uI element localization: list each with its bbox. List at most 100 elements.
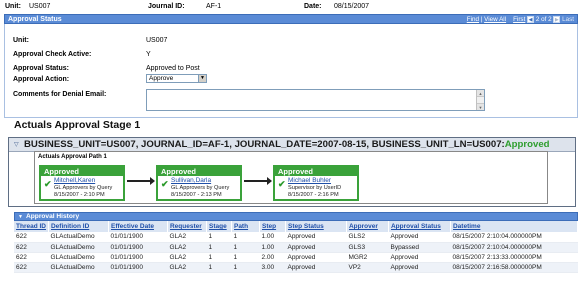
date-label: Date: — [304, 3, 322, 10]
panel-unit-value: US007 — [146, 37, 168, 44]
approval-action-select[interactable]: Approve ▼ — [146, 74, 207, 83]
column-header[interactable]: Stage — [206, 221, 232, 232]
table-cell: Approved — [388, 262, 451, 273]
approval-status-title: Approval Status — [8, 16, 62, 23]
approval-history-table: Thread ID Definition ID Effective Date R… — [14, 221, 579, 273]
last-link[interactable]: Last — [562, 16, 574, 23]
table-cell: MGR2 — [346, 252, 389, 263]
table-cell: GLA2 — [167, 232, 207, 243]
column-header[interactable]: Datetime — [450, 221, 579, 232]
approval-action-selected: Approve — [149, 75, 174, 82]
approval-check-active-label: Approval Check Active: — [13, 51, 92, 58]
table-cell: 1 — [206, 242, 232, 253]
column-header[interactable]: Definition ID — [48, 221, 109, 232]
table-cell: 1 — [206, 262, 232, 273]
journal-id-value: AF-1 — [206, 3, 222, 10]
table-cell: GLS3 — [346, 242, 389, 253]
approval-step-card: Approved ✔ Sullivan,Darla GL Approvers b… — [156, 165, 242, 201]
dropdown-arrow-icon[interactable]: ▼ — [198, 75, 206, 82]
table-cell: 01/01/1900 — [108, 252, 168, 263]
table-row: 622 GLActualDemo 01/01/1900 GLA2 1 1 1.0… — [14, 242, 578, 253]
check-icon: ✔ — [161, 179, 169, 189]
column-header[interactable]: Approver — [346, 221, 389, 232]
step-status: Approved — [158, 167, 240, 176]
first-link[interactable]: First — [513, 16, 525, 23]
table-row: 622 GLActualDemo 01/01/1900 GLA2 1 1 3.0… — [14, 262, 578, 273]
approval-status-value: Approved to Post — [146, 65, 200, 72]
previous-arrow-icon[interactable]: ◀ — [527, 15, 535, 23]
nav-separator: | — [480, 16, 483, 23]
approval-datetime: 8/15/2007 - 2:10 PM — [54, 192, 105, 198]
stage-key-text: BUSINESS_UNIT=US007, JOURNAL_ID=AF-1, JO… — [24, 139, 505, 150]
stage-header: ▽ BUSINESS_UNIT=US007, JOURNAL_ID=AF-1, … — [9, 138, 575, 152]
column-header[interactable]: Effective Date — [108, 221, 168, 232]
table-cell: 1.00 — [259, 242, 286, 253]
table-cell: 3.00 — [259, 262, 286, 273]
table-cell: GLA2 — [167, 262, 207, 273]
table-cell: Bypassed — [388, 242, 451, 253]
table-cell: Approved — [388, 252, 451, 263]
table-cell: 2.00 — [259, 252, 286, 263]
approval-action-label: Approval Action: — [13, 76, 70, 83]
find-link[interactable]: Find — [467, 16, 479, 23]
table-cell: GLActualDemo — [48, 252, 109, 263]
flow-arrow-icon — [127, 177, 155, 185]
scroll-down-icon[interactable]: ▼ — [477, 103, 484, 110]
next-arrow-icon[interactable]: ▶ — [553, 15, 561, 23]
journal-id-label: Journal ID: — [148, 3, 185, 10]
approval-history-title: Approval History — [26, 213, 80, 220]
table-cell: Approved — [388, 232, 451, 243]
unit-value: US007 — [29, 3, 51, 10]
column-header[interactable]: Step — [259, 221, 286, 232]
column-header[interactable]: Approval Status — [388, 221, 451, 232]
column-header[interactable]: Thread ID — [14, 221, 49, 232]
approval-path-title: Actuals Approval Path 1 — [38, 154, 107, 160]
table-cell: Approved — [285, 252, 347, 263]
table-cell: GLActualDemo — [48, 262, 109, 273]
collapse-toggle-icon[interactable]: ▽ — [14, 141, 19, 148]
panel-unit-label: Unit: — [13, 37, 29, 44]
table-cell: 622 — [14, 252, 49, 263]
comments-textarea[interactable]: ▲ ▼ — [146, 89, 485, 111]
table-cell: GLActualDemo — [48, 242, 109, 253]
record-navigation: Find | View All First ◀ 2 of 2 ▶ Last — [467, 15, 574, 24]
table-cell: 622 — [14, 242, 49, 253]
table-cell: 08/15/2007 2:10:04.000000PM — [450, 242, 578, 253]
approver-link[interactable]: Mitchell,Karen — [54, 177, 95, 184]
table-cell: VP2 — [346, 262, 389, 273]
scroll-up-icon[interactable]: ▲ — [477, 90, 484, 97]
view-all-link[interactable]: View All — [484, 16, 506, 23]
table-cell: 1.00 — [259, 232, 286, 243]
table-row: 622 GLActualDemo 01/01/1900 GLA2 1 1 1.0… — [14, 232, 578, 243]
approver-link[interactable]: Michael Buhler — [288, 177, 331, 184]
table-cell: 1 — [206, 232, 232, 243]
table-cell: GLA2 — [167, 252, 207, 263]
table-cell: GLA2 — [167, 242, 207, 253]
date-value: 08/15/2007 — [334, 3, 370, 10]
approval-check-active-value: Y — [146, 51, 151, 58]
stage-status: Approved — [504, 139, 550, 150]
collapse-toggle-icon[interactable]: ▼ — [18, 214, 23, 220]
approval-history-header: ▼ Approval History — [14, 212, 578, 221]
record-count: 2 of 2 — [535, 16, 552, 23]
approval-datetime: 8/15/2007 - 2:16 PM — [288, 192, 339, 198]
flow-arrow-icon — [244, 177, 272, 185]
column-header[interactable]: Path — [231, 221, 260, 232]
stage-title: Actuals Approval Stage 1 — [14, 119, 141, 131]
table-cell: 1 — [231, 262, 260, 273]
step-status: Approved — [41, 167, 123, 176]
table-cell: 1 — [231, 252, 260, 263]
table-cell: 1 — [206, 252, 232, 263]
table-cell: 01/01/1900 — [108, 262, 168, 273]
column-header[interactable]: Requester — [167, 221, 207, 232]
approval-datetime: 8/15/2007 - 2:13 PM — [171, 192, 222, 198]
table-cell: 08/15/2007 2:13:33.000000PM — [450, 252, 578, 263]
table-row: 622 GLActualDemo 01/01/1900 GLA2 1 1 2.0… — [14, 252, 578, 263]
table-cell: 622 — [14, 232, 49, 243]
table-cell: Approved — [285, 242, 347, 253]
column-header[interactable]: Step Status — [285, 221, 347, 232]
comments-scrollbar[interactable]: ▲ ▼ — [476, 90, 484, 110]
approver-link[interactable]: Sullivan,Darla — [171, 177, 211, 184]
table-cell: Approved — [285, 232, 347, 243]
table-cell: 1 — [231, 232, 260, 243]
